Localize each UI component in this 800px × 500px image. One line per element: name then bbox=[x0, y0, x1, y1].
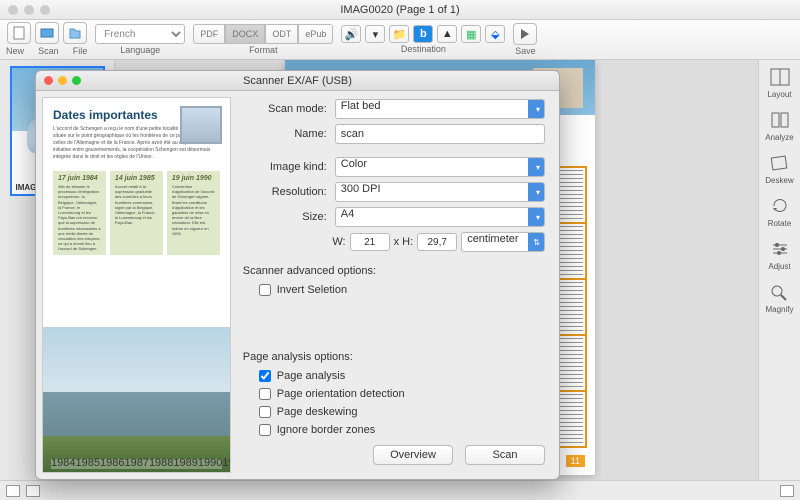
magnify-tool[interactable]: Magnify bbox=[765, 281, 793, 314]
dropbox-dest-icon[interactable]: ⬙ bbox=[485, 25, 505, 43]
box-dest-icon[interactable]: b bbox=[413, 25, 433, 43]
adjust-tool[interactable]: Adjust bbox=[767, 238, 793, 271]
unit-select[interactable]: centimeter⇅ bbox=[461, 232, 545, 252]
save-button[interactable] bbox=[513, 23, 537, 45]
analyze-tool[interactable]: Analyze bbox=[765, 109, 793, 142]
width-label: W: bbox=[332, 236, 345, 248]
format-pdf[interactable]: PDF bbox=[193, 24, 225, 44]
scan-mode-label: Scan mode: bbox=[243, 103, 335, 115]
rotate-icon bbox=[767, 195, 793, 217]
evernote-dest-icon[interactable]: ▦ bbox=[461, 25, 481, 43]
image-kind-select[interactable]: Color▾ bbox=[335, 157, 545, 177]
resolution-label: Resolution: bbox=[243, 186, 335, 198]
date-card: 17 juin 1984Afin de stimuler le processu… bbox=[53, 171, 106, 255]
adjust-icon bbox=[767, 238, 793, 260]
page-number: 11 bbox=[566, 455, 585, 467]
format-label: Format bbox=[249, 45, 278, 55]
format-docx[interactable]: DOCX bbox=[225, 24, 265, 44]
overview-button[interactable]: Overview bbox=[373, 445, 453, 465]
height-label: x H: bbox=[394, 236, 414, 248]
traffic-lights[interactable] bbox=[8, 5, 50, 15]
language-select[interactable]: French bbox=[95, 24, 185, 44]
resolution-select[interactable]: 300 DPI▾ bbox=[335, 182, 545, 202]
view-grid-icon[interactable] bbox=[6, 485, 20, 497]
drive-dest-icon[interactable]: ▲ bbox=[437, 25, 457, 43]
scan-preview[interactable]: Dates importantes L'accord de Schengen a… bbox=[42, 97, 231, 473]
scan-settings-form: Scan mode:Flat bed▾ Name: Image kind:Col… bbox=[237, 91, 559, 479]
new-button[interactable] bbox=[7, 22, 31, 44]
scan-label: Scan bbox=[38, 46, 59, 56]
rotate-tool[interactable]: Rotate bbox=[767, 195, 793, 228]
stamp-illustration bbox=[180, 106, 222, 144]
height-input[interactable] bbox=[417, 233, 457, 251]
magnify-icon bbox=[766, 281, 792, 303]
scan-button[interactable] bbox=[35, 22, 59, 44]
name-input[interactable] bbox=[335, 124, 545, 144]
page-analysis-section-title: Page analysis options: bbox=[243, 351, 545, 363]
size-label: Size: bbox=[243, 211, 335, 223]
name-label: Name: bbox=[243, 128, 335, 140]
file-label: File bbox=[73, 46, 88, 56]
scan-mode-select[interactable]: Flat bed▾ bbox=[335, 99, 545, 119]
size-select[interactable]: A4▾ bbox=[335, 207, 545, 227]
deskew-tool[interactable]: Deskew bbox=[765, 152, 793, 185]
orientation-checkbox[interactable]: Page orientation detection bbox=[259, 388, 545, 400]
date-card: 19 juin 1990Convention d'application de … bbox=[167, 171, 220, 255]
advanced-section-title: Scanner advanced options: bbox=[243, 265, 545, 277]
close-icon[interactable] bbox=[8, 5, 18, 15]
date-card: 14 juin 1985Accord relatif à la supressi… bbox=[110, 171, 163, 255]
deskew-icon bbox=[766, 152, 792, 174]
chevron-down-icon[interactable]: ▾ bbox=[365, 25, 385, 43]
destination-label: Destination bbox=[401, 44, 446, 54]
format-epub[interactable]: ePub bbox=[298, 24, 333, 44]
invert-checkbox[interactable]: Invert Seletion bbox=[259, 284, 545, 296]
main-titlebar: IMAG0020 (Page 1 of 1) bbox=[0, 0, 800, 20]
format-segmented[interactable]: PDF DOCX ODT ePub bbox=[193, 24, 333, 44]
status-bar bbox=[0, 480, 800, 500]
folder-dest-icon[interactable]: 📁 bbox=[389, 25, 409, 43]
minimize-icon[interactable] bbox=[24, 5, 34, 15]
zoom-icon[interactable] bbox=[40, 5, 50, 15]
timeline-ruler: 1984198519861987198819891990199119921993… bbox=[51, 459, 222, 469]
scan-confirm-button[interactable]: Scan bbox=[465, 445, 545, 465]
language-label: Language bbox=[120, 45, 160, 55]
main-toolbar: New Scan File French Language PDF DOCX O… bbox=[0, 20, 800, 60]
image-kind-label: Image kind: bbox=[243, 161, 335, 173]
ignore-border-checkbox[interactable]: Ignore border zones bbox=[259, 424, 545, 436]
analyze-icon bbox=[767, 109, 793, 131]
view-list-icon[interactable] bbox=[26, 485, 40, 497]
window-title: IMAG0020 (Page 1 of 1) bbox=[340, 4, 459, 16]
width-input[interactable] bbox=[350, 233, 390, 251]
dialog-title: Scanner EX/AF (USB) bbox=[243, 75, 352, 87]
file-button[interactable] bbox=[63, 22, 87, 44]
scanner-dialog: Scanner EX/AF (USB) Dates importantes L'… bbox=[35, 70, 560, 480]
save-label: Save bbox=[515, 46, 536, 56]
new-label: New bbox=[6, 46, 24, 56]
dialog-minimize-icon[interactable] bbox=[58, 76, 67, 85]
right-toolbar: Layout Analyze Deskew Rotate Adjust Magn… bbox=[758, 60, 800, 480]
page-analysis-checkbox[interactable]: Page analysis bbox=[259, 370, 545, 382]
status-icon[interactable] bbox=[780, 485, 794, 497]
audio-dest-icon[interactable]: 🔊 bbox=[341, 25, 361, 43]
landscape-photo: 1984198519861987198819891990199119921993… bbox=[43, 327, 230, 472]
layout-icon bbox=[767, 66, 793, 88]
layout-tool[interactable]: Layout bbox=[767, 66, 793, 99]
deskew-checkbox[interactable]: Page deskewing bbox=[259, 406, 545, 418]
dialog-titlebar[interactable]: Scanner EX/AF (USB) bbox=[36, 71, 559, 91]
format-odt[interactable]: ODT bbox=[265, 24, 298, 44]
dialog-close-icon[interactable] bbox=[44, 76, 53, 85]
dialog-zoom-icon[interactable] bbox=[72, 76, 81, 85]
